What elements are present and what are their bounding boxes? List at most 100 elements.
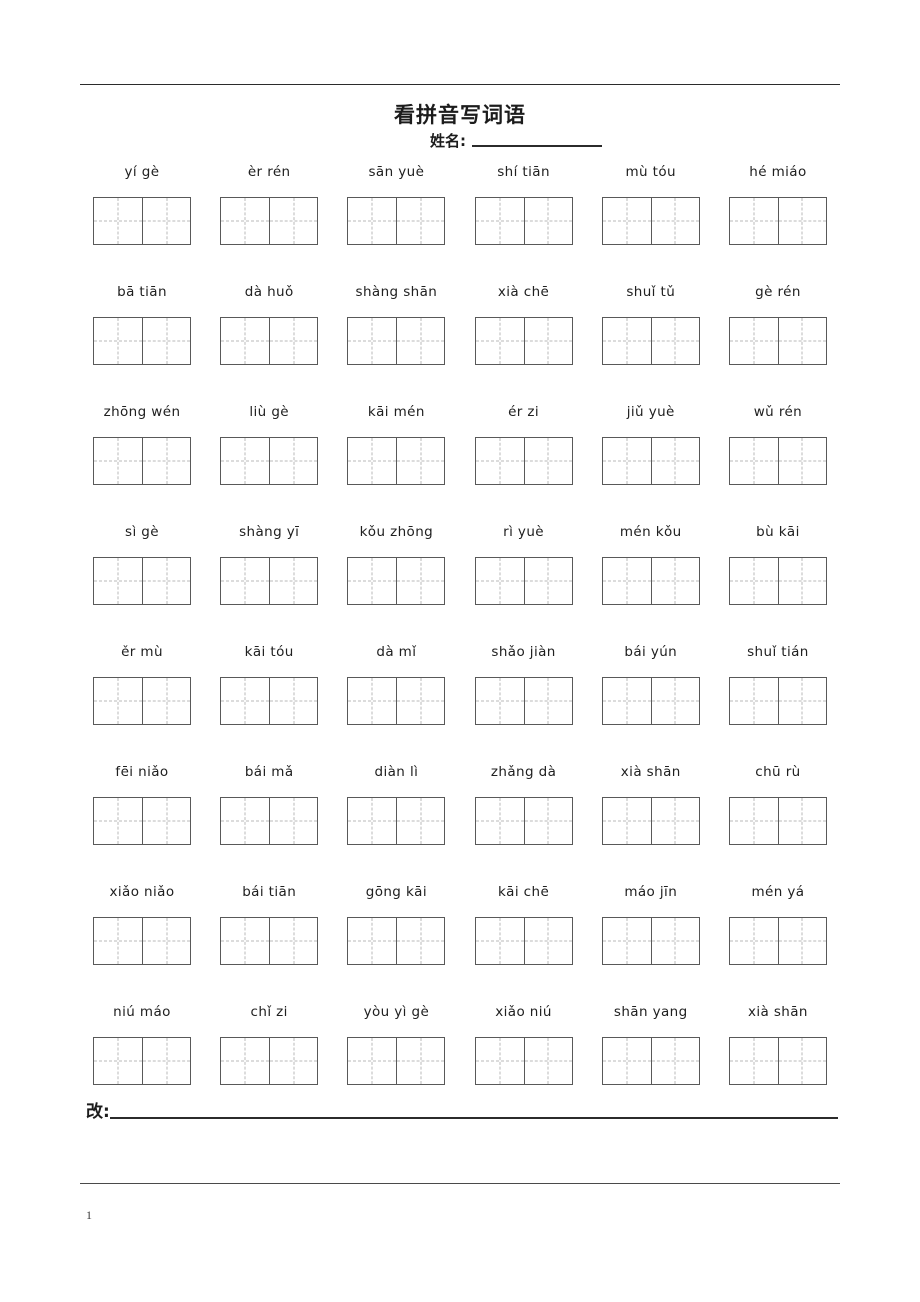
character-grid-cell[interactable] xyxy=(650,678,699,724)
character-grid-cell[interactable] xyxy=(142,198,190,244)
character-grid-box[interactable] xyxy=(347,917,446,965)
character-grid-box[interactable] xyxy=(474,917,573,965)
character-grid-cell[interactable] xyxy=(476,678,524,724)
character-grid-box[interactable] xyxy=(601,917,700,965)
character-grid-cell[interactable] xyxy=(142,318,190,364)
character-grid-cell[interactable] xyxy=(603,798,651,844)
character-grid-cell[interactable] xyxy=(730,798,778,844)
character-grid-cell[interactable] xyxy=(476,1038,524,1084)
character-grid-cell[interactable] xyxy=(94,438,142,484)
character-grid-box[interactable] xyxy=(220,437,319,485)
character-grid-box[interactable] xyxy=(601,557,700,605)
character-grid-box[interactable] xyxy=(220,197,319,245)
character-grid-cell[interactable] xyxy=(523,318,572,364)
character-grid-box[interactable] xyxy=(93,1037,191,1085)
character-grid-cell[interactable] xyxy=(777,918,826,964)
character-grid-cell[interactable] xyxy=(221,318,269,364)
character-grid-cell[interactable] xyxy=(650,558,699,604)
character-grid-cell[interactable] xyxy=(523,918,572,964)
character-grid-box[interactable] xyxy=(220,317,319,365)
character-grid-box[interactable] xyxy=(728,1037,827,1085)
character-grid-cell[interactable] xyxy=(777,678,826,724)
character-grid-box[interactable] xyxy=(601,437,700,485)
character-grid-cell[interactable] xyxy=(94,918,142,964)
character-grid-cell[interactable] xyxy=(221,918,269,964)
character-grid-cell[interactable] xyxy=(94,198,142,244)
character-grid-cell[interactable] xyxy=(777,558,826,604)
character-grid-box[interactable] xyxy=(601,1037,700,1085)
character-grid-cell[interactable] xyxy=(94,1038,142,1084)
character-grid-cell[interactable] xyxy=(603,318,651,364)
character-grid-cell[interactable] xyxy=(396,558,444,604)
character-grid-box[interactable] xyxy=(601,677,700,725)
character-grid-cell[interactable] xyxy=(603,198,651,244)
character-grid-cell[interactable] xyxy=(269,678,317,724)
character-grid-cell[interactable] xyxy=(730,318,778,364)
character-grid-box[interactable] xyxy=(220,1037,319,1085)
character-grid-cell[interactable] xyxy=(603,1038,651,1084)
character-grid-box[interactable] xyxy=(93,917,191,965)
character-grid-cell[interactable] xyxy=(476,318,524,364)
character-grid-cell[interactable] xyxy=(269,1038,317,1084)
student-name-blank-line[interactable] xyxy=(472,145,602,147)
character-grid-cell[interactable] xyxy=(94,798,142,844)
character-grid-cell[interactable] xyxy=(142,678,190,724)
character-grid-box[interactable] xyxy=(347,317,446,365)
character-grid-cell[interactable] xyxy=(603,558,651,604)
character-grid-box[interactable] xyxy=(474,797,573,845)
character-grid-cell[interactable] xyxy=(650,198,699,244)
character-grid-cell[interactable] xyxy=(603,438,651,484)
character-grid-box[interactable] xyxy=(728,797,827,845)
character-grid-cell[interactable] xyxy=(396,798,444,844)
character-grid-cell[interactable] xyxy=(650,438,699,484)
student-name-field[interactable]: 姓名: xyxy=(430,134,602,149)
character-grid-cell[interactable] xyxy=(603,678,651,724)
character-grid-cell[interactable] xyxy=(348,1038,396,1084)
character-grid-cell[interactable] xyxy=(730,678,778,724)
character-grid-cell[interactable] xyxy=(476,198,524,244)
character-grid-cell[interactable] xyxy=(221,678,269,724)
character-grid-cell[interactable] xyxy=(142,1038,190,1084)
character-grid-box[interactable] xyxy=(728,437,827,485)
character-grid-cell[interactable] xyxy=(476,438,524,484)
character-grid-box[interactable] xyxy=(474,557,573,605)
character-grid-cell[interactable] xyxy=(777,1038,826,1084)
character-grid-cell[interactable] xyxy=(730,918,778,964)
character-grid-box[interactable] xyxy=(347,677,446,725)
character-grid-cell[interactable] xyxy=(730,438,778,484)
character-grid-cell[interactable] xyxy=(348,318,396,364)
character-grid-cell[interactable] xyxy=(476,918,524,964)
character-grid-cell[interactable] xyxy=(730,1038,778,1084)
character-grid-cell[interactable] xyxy=(142,558,190,604)
character-grid-cell[interactable] xyxy=(603,918,651,964)
character-grid-cell[interactable] xyxy=(269,558,317,604)
character-grid-box[interactable] xyxy=(474,437,573,485)
character-grid-cell[interactable] xyxy=(650,798,699,844)
correction-field[interactable]: 改: xyxy=(86,1104,838,1121)
character-grid-cell[interactable] xyxy=(476,558,524,604)
character-grid-cell[interactable] xyxy=(269,798,317,844)
character-grid-box[interactable] xyxy=(347,197,446,245)
character-grid-box[interactable] xyxy=(728,677,827,725)
character-grid-cell[interactable] xyxy=(650,318,699,364)
character-grid-cell[interactable] xyxy=(476,798,524,844)
character-grid-cell[interactable] xyxy=(94,678,142,724)
character-grid-cell[interactable] xyxy=(523,198,572,244)
character-grid-cell[interactable] xyxy=(730,198,778,244)
character-grid-cell[interactable] xyxy=(396,198,444,244)
character-grid-cell[interactable] xyxy=(142,918,190,964)
character-grid-cell[interactable] xyxy=(348,438,396,484)
character-grid-cell[interactable] xyxy=(777,798,826,844)
character-grid-box[interactable] xyxy=(93,437,191,485)
character-grid-box[interactable] xyxy=(347,437,446,485)
character-grid-box[interactable] xyxy=(220,557,319,605)
character-grid-box[interactable] xyxy=(347,797,446,845)
character-grid-cell[interactable] xyxy=(730,558,778,604)
character-grid-cell[interactable] xyxy=(221,798,269,844)
character-grid-cell[interactable] xyxy=(396,918,444,964)
character-grid-box[interactable] xyxy=(728,557,827,605)
character-grid-cell[interactable] xyxy=(348,558,396,604)
character-grid-cell[interactable] xyxy=(777,198,826,244)
character-grid-cell[interactable] xyxy=(523,438,572,484)
character-grid-box[interactable] xyxy=(93,677,191,725)
